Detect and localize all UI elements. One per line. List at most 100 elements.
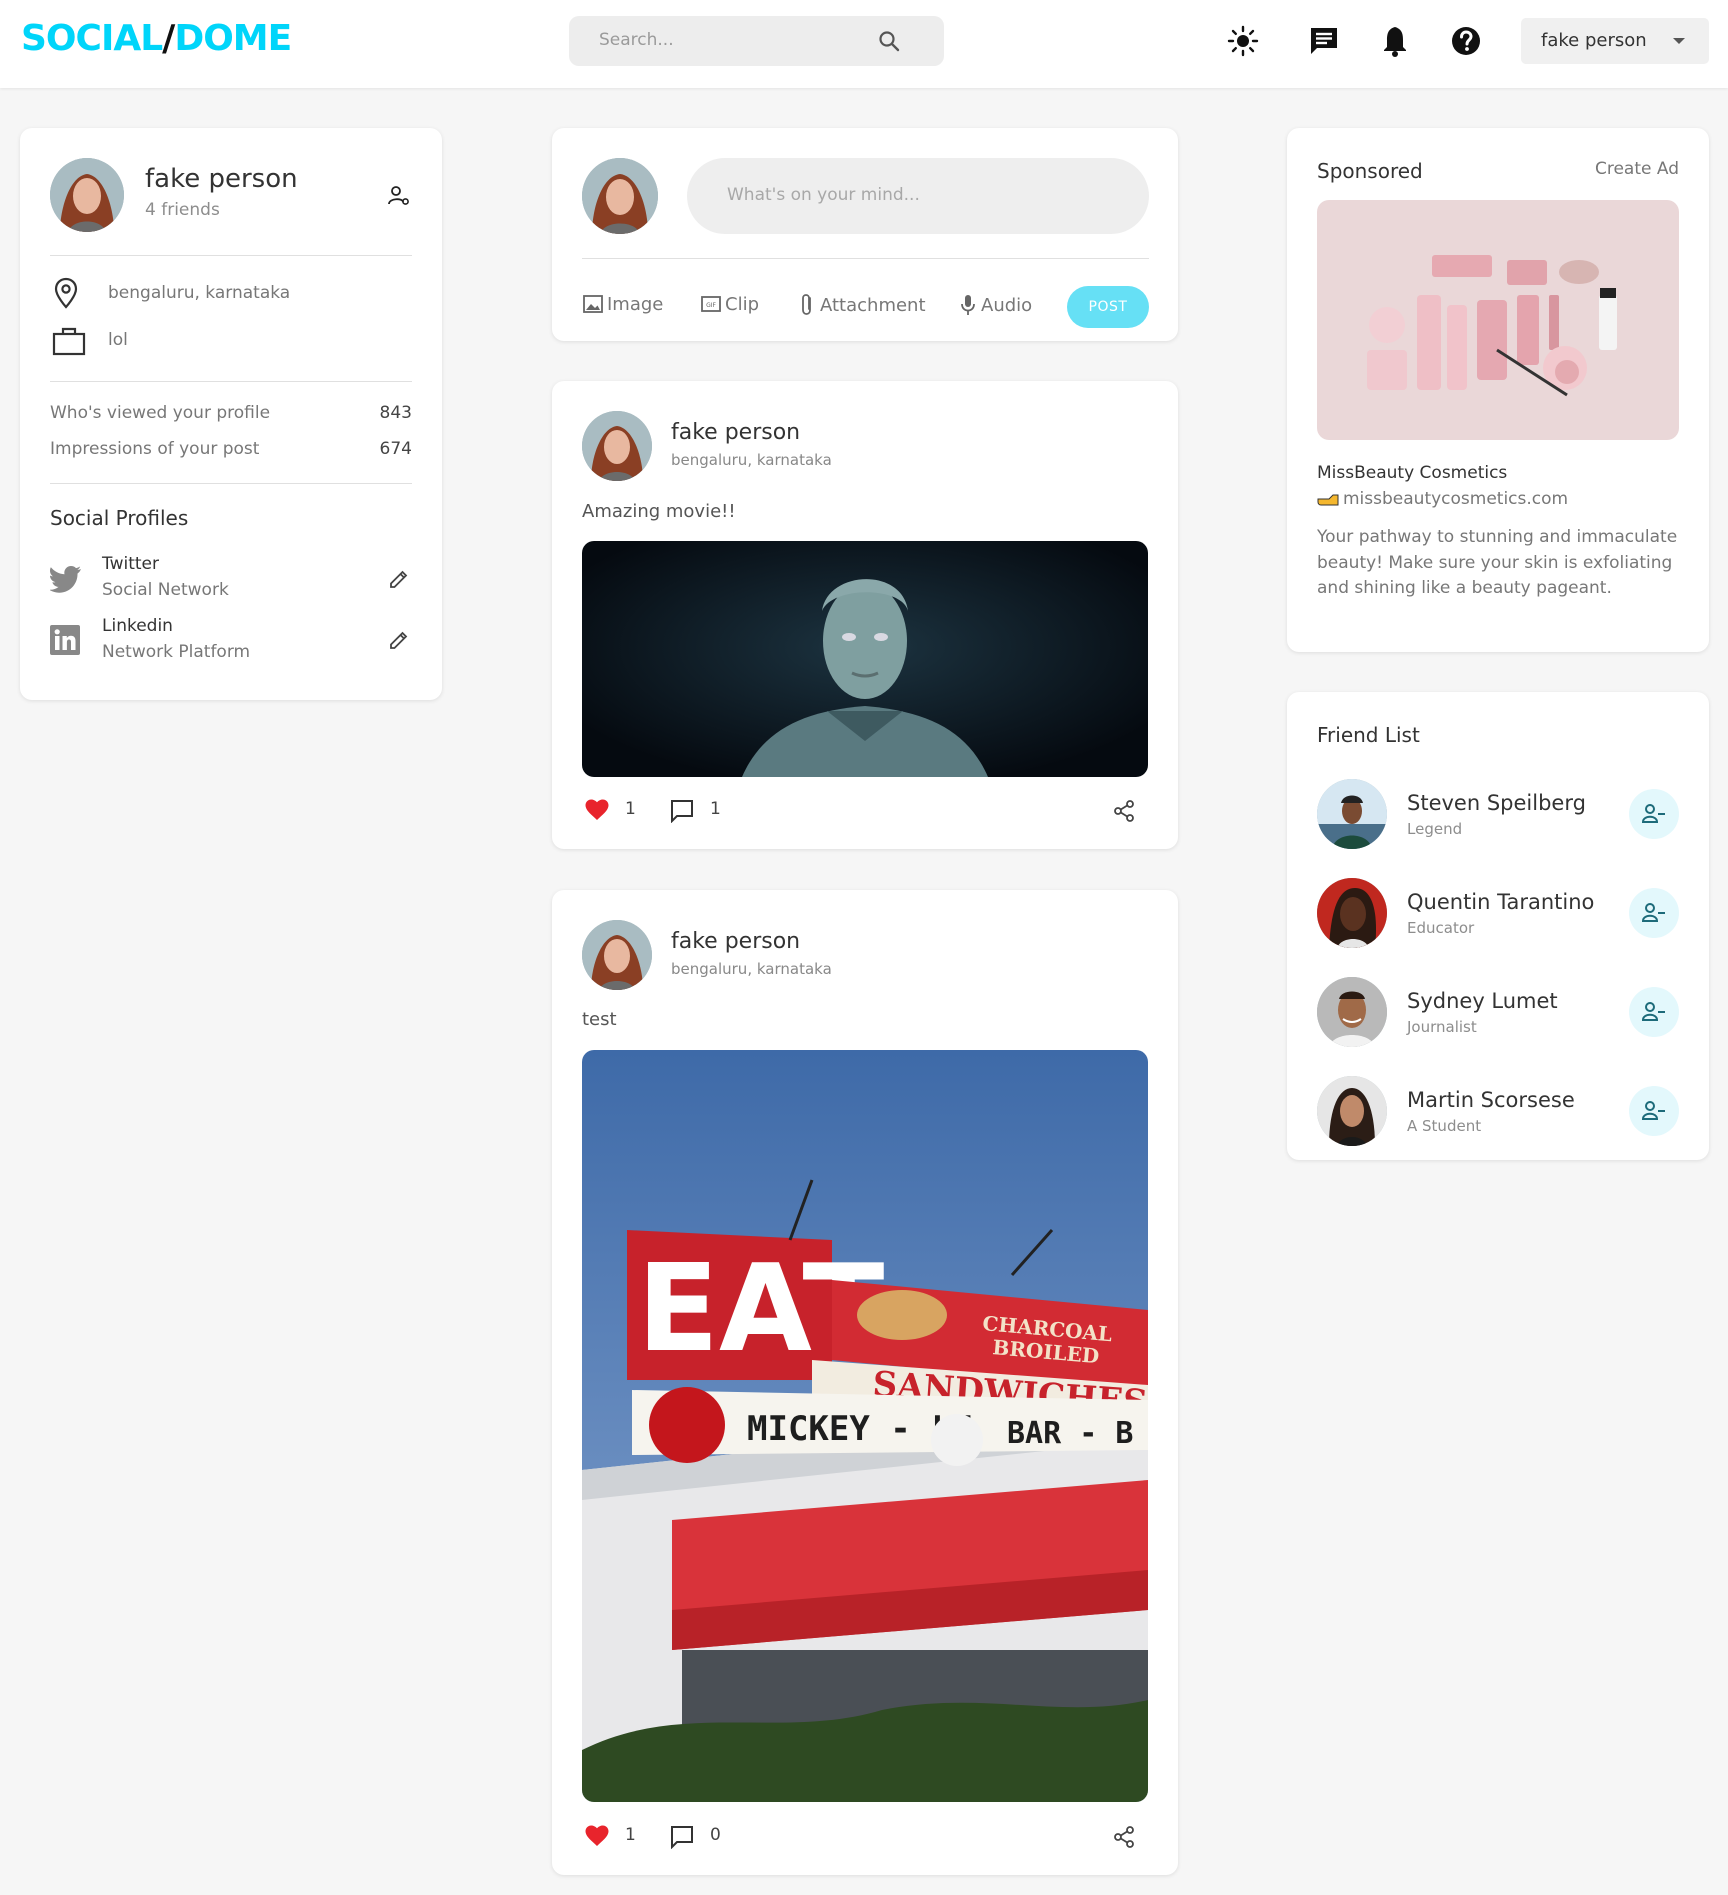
person-remove-icon	[1642, 804, 1665, 823]
action-clip-label: Clip	[725, 293, 759, 315]
comment-icon[interactable]	[670, 1825, 694, 1849]
profile-friends-count: 4 friends	[145, 200, 220, 220]
friend-avatar[interactable]	[1317, 977, 1387, 1047]
post-image[interactable]	[582, 541, 1148, 777]
profile-name[interactable]: fake person	[145, 164, 298, 194]
friend-role: Educator	[1407, 919, 1475, 937]
friend-name[interactable]: Martin Scorsese	[1407, 1088, 1575, 1112]
brand-logo-slash: /	[162, 18, 175, 59]
avatar[interactable]	[582, 920, 652, 990]
gif-icon: GIF	[701, 296, 721, 312]
like-icon[interactable]	[585, 799, 609, 821]
comment-icon[interactable]	[670, 799, 694, 823]
divider	[50, 255, 412, 256]
linkedin-icon	[50, 625, 80, 655]
profile-occupation: lol	[108, 330, 128, 350]
avatar[interactable]	[50, 158, 124, 232]
location-icon	[54, 277, 78, 309]
composer-placeholder: What's on your mind...	[727, 185, 920, 205]
post-button[interactable]: POST	[1067, 286, 1149, 328]
edit-icon[interactable]	[388, 629, 410, 651]
ad-image[interactable]	[1317, 200, 1679, 440]
add-clip-button[interactable]: GIF Clip	[700, 293, 759, 315]
like-count: 1	[625, 1825, 636, 1845]
stat-label: Who's viewed your profile	[50, 403, 271, 423]
remove-friend-button[interactable]	[1629, 1086, 1679, 1136]
microphone-icon	[961, 295, 975, 315]
friend-role: Journalist	[1407, 1018, 1477, 1036]
action-attachment-label: Attachment	[820, 294, 926, 316]
stat-value: 843	[379, 403, 412, 423]
sponsored-title: Sponsored	[1317, 159, 1423, 183]
add-audio-button[interactable]: Audio	[958, 293, 1032, 317]
post-text: test	[582, 1009, 617, 1030]
top-navbar: SOCIAL/DOME Search... fake person	[0, 0, 1728, 88]
ad-brand-name: MissBeauty Cosmetics	[1317, 463, 1508, 483]
twitter-icon	[50, 566, 81, 593]
friend-role: Legend	[1407, 820, 1463, 838]
post-card: fake person bengaluru, karnataka Amazing…	[552, 381, 1178, 849]
friend-list-title: Friend List	[1317, 723, 1420, 747]
avatar[interactable]	[582, 158, 658, 234]
divider	[50, 483, 412, 484]
add-attachment-button[interactable]: Attachment	[797, 293, 926, 317]
post-image[interactable]: EAT CHARCOAL BROILED SANDWICHES MICKEY -…	[582, 1050, 1148, 1802]
stat-label: Impressions of your post	[50, 439, 260, 459]
person-remove-icon	[1642, 1002, 1665, 1021]
attachment-icon	[802, 294, 811, 315]
stat-value: 674	[379, 439, 412, 459]
ad-url-link[interactable]: missbeautycosmetics.com	[1343, 489, 1568, 509]
svg-text:GIF: GIF	[706, 302, 716, 309]
remove-friend-button[interactable]	[1629, 987, 1679, 1037]
avatar[interactable]	[582, 411, 652, 481]
light-mode-icon[interactable]	[1226, 24, 1260, 58]
edit-icon[interactable]	[388, 568, 410, 590]
like-icon[interactable]	[585, 1825, 609, 1847]
divider	[582, 258, 1149, 259]
friend-name[interactable]: Steven Speilberg	[1407, 791, 1586, 815]
share-icon[interactable]	[1112, 1825, 1136, 1849]
friend-name[interactable]: Quentin Tarantino	[1407, 890, 1594, 914]
post-card: fake person bengaluru, karnataka test EA…	[552, 890, 1178, 1875]
image-icon	[583, 295, 603, 313]
friend-avatar[interactable]	[1317, 1076, 1387, 1146]
social-twitter-type: Social Network	[102, 580, 229, 600]
whats-on-your-mind-input[interactable]: What's on your mind...	[687, 158, 1149, 234]
post-text: Amazing movie!!	[582, 501, 736, 522]
friend-avatar[interactable]	[1317, 779, 1387, 849]
add-image-button[interactable]: Image	[582, 293, 663, 315]
brand-logo[interactable]: SOCIAL/DOME	[21, 18, 292, 59]
user-menu-select[interactable]: fake person	[1521, 18, 1709, 64]
social-twitter-name: Twitter	[102, 554, 159, 574]
friend-role: A Student	[1407, 1117, 1482, 1135]
help-icon[interactable]	[1449, 24, 1483, 58]
post-composer-card: What's on your mind... Image GIF Clip At…	[552, 128, 1178, 341]
friend-list-card: Friend List Steven Speilberg Legend Quen…	[1287, 692, 1709, 1160]
create-ad-link[interactable]: Create Ad	[1593, 159, 1679, 179]
manage-accounts-icon[interactable]	[387, 184, 411, 208]
action-image-label: Image	[607, 293, 664, 315]
message-icon[interactable]	[1307, 24, 1341, 58]
pointing-hand-icon	[1317, 494, 1339, 506]
share-icon[interactable]	[1112, 799, 1136, 823]
search-input[interactable]: Search...	[569, 16, 944, 66]
comment-count: 1	[710, 799, 721, 819]
sign-bbq-text: BAR - B - Q	[1007, 1416, 1148, 1451]
profile-card: fake person 4 friends bengaluru, karnata…	[20, 128, 442, 700]
like-count: 1	[625, 799, 636, 819]
action-audio-label: Audio	[981, 294, 1033, 316]
social-linkedin-type: Network Platform	[102, 642, 251, 662]
post-author-name[interactable]: fake person	[671, 420, 800, 445]
friend-avatar[interactable]	[1317, 878, 1387, 948]
chevron-down-icon	[1673, 38, 1685, 44]
notification-icon[interactable]	[1378, 24, 1412, 58]
remove-friend-button[interactable]	[1629, 789, 1679, 839]
social-profiles-title: Social Profiles	[50, 506, 189, 530]
person-remove-icon	[1642, 903, 1665, 922]
remove-friend-button[interactable]	[1629, 888, 1679, 938]
search-icon[interactable]	[877, 29, 901, 53]
post-author-name[interactable]: fake person	[671, 929, 800, 954]
social-linkedin-name: Linkedin	[102, 616, 173, 636]
post-author-location: bengaluru, karnataka	[671, 451, 832, 469]
friend-name[interactable]: Sydney Lumet	[1407, 989, 1558, 1013]
